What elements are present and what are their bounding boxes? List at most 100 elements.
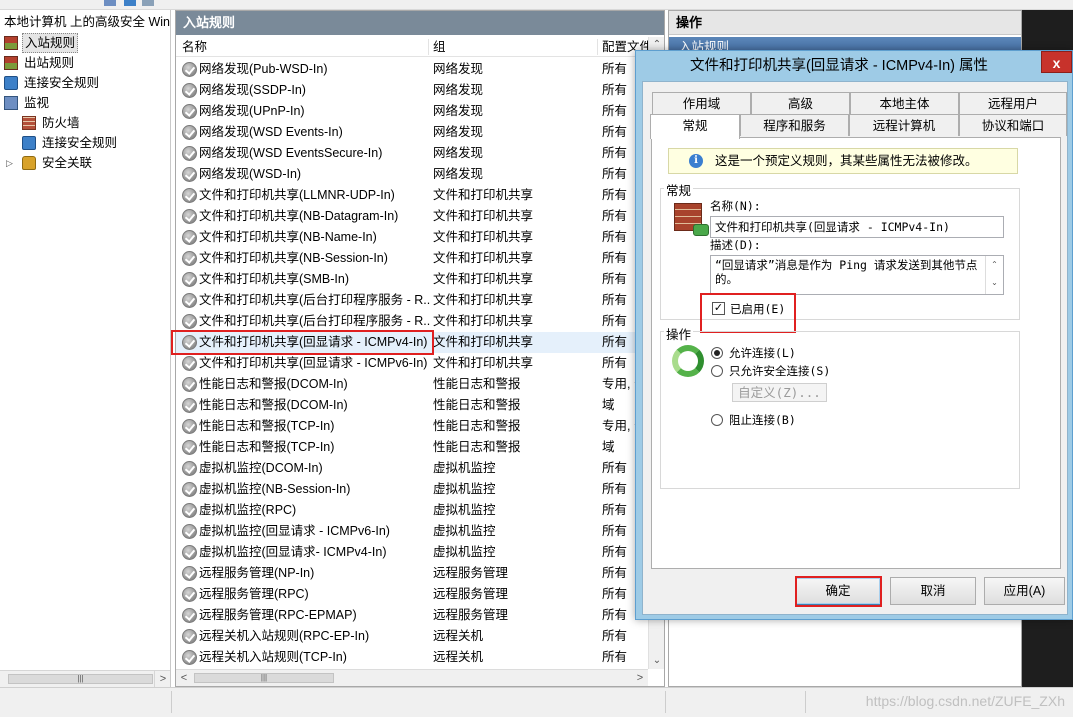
- description-field[interactable]: “回显请求”消息是作为 Ping 请求发送到其他节点的。: [710, 255, 1004, 295]
- table-row[interactable]: 远程关机入站规则(RPC-EP-In) 远程关机 所有: [176, 626, 648, 647]
- rule-group-cell: 性能日志和警报: [433, 440, 521, 454]
- apply-button[interactable]: 应用(A): [984, 577, 1065, 605]
- block-connection-radio[interactable]: [711, 414, 723, 426]
- rule-name-cell: 网络发现(SSDP-In): [199, 83, 306, 97]
- rule-enabled-icon: [182, 104, 197, 119]
- tab-general[interactable]: 常规: [650, 114, 740, 139]
- table-row[interactable]: 网络发现(WSD Events-In) 网络发现 所有: [176, 122, 648, 143]
- allow-connection-label[interactable]: 允许连接(L): [729, 345, 796, 361]
- cancel-button[interactable]: 取消: [890, 577, 976, 605]
- rule-group-cell: 远程服务管理: [433, 587, 509, 601]
- table-row[interactable]: 文件和打印机共享(NB-Name-In) 文件和打印机共享 所有: [176, 227, 648, 248]
- table-row[interactable]: 虚拟机监控(DCOM-In) 虚拟机监控 所有: [176, 458, 648, 479]
- table-row[interactable]: 文件和打印机共享(SMB-In) 文件和打印机共享 所有: [176, 269, 648, 290]
- table-row[interactable]: 虚拟机监控(回显请求 - ICMPv6-In) 虚拟机监控 所有: [176, 521, 648, 542]
- expand-arrow-icon[interactable]: ▷: [6, 153, 13, 173]
- rule-enabled-icon: [182, 461, 197, 476]
- table-row[interactable]: 文件和打印机共享(回显请求 - ICMPv6-In) 文件和打印机共享 所有: [176, 353, 648, 374]
- tab-protocols-ports[interactable]: 协议和端口: [959, 114, 1067, 136]
- close-button[interactable]: x: [1041, 51, 1072, 73]
- rule-enabled-icon: [182, 608, 197, 623]
- rule-group-cell: 虚拟机监控: [433, 503, 496, 517]
- block-connection-label[interactable]: 阻止连接(B): [729, 412, 796, 428]
- dialog-body: 作用域 高级 本地主体 远程用户 常规 程序和服务 远程计算机 协议和端口 i …: [642, 81, 1068, 615]
- rule-name-cell: 远程服务管理(RPC-EPMAP): [199, 608, 357, 622]
- rule-name-cell: 网络发现(UPnP-In): [199, 104, 305, 118]
- customize-button[interactable]: 自定义(Z)...: [732, 383, 827, 402]
- scrollbar-thumb[interactable]: |||: [8, 674, 153, 684]
- toolbar-icon[interactable]: [104, 0, 116, 6]
- general-group-label: 常规: [664, 180, 694, 199]
- pane-title: 入站规则: [176, 11, 664, 35]
- tab-programs-services[interactable]: 程序和服务: [740, 114, 849, 136]
- table-row[interactable]: 网络发现(Pub-WSD-In) 网络发现 所有: [176, 59, 648, 80]
- toolbar-icon[interactable]: [142, 0, 154, 6]
- watermark-text: https://blog.csdn.net/ZUFE_ZXh: [865, 693, 1065, 709]
- table-row[interactable]: 远程服务管理(RPC) 远程服务管理 所有: [176, 584, 648, 605]
- rule-group-cell: 文件和打印机共享: [433, 293, 534, 307]
- table-row[interactable]: 网络发现(SSDP-In) 网络发现 所有: [176, 80, 648, 101]
- action-group-label: 操作: [664, 324, 694, 343]
- tab-scope[interactable]: 作用域: [652, 92, 751, 114]
- allow-secure-label[interactable]: 只允许安全连接(S): [729, 363, 830, 379]
- description-scrollbar[interactable]: ⌃ ⌄: [985, 256, 1003, 294]
- table-row[interactable]: 虚拟机监控(RPC) 虚拟机监控 所有: [176, 500, 648, 521]
- table-row[interactable]: 虚拟机监控(NB-Session-In) 虚拟机监控 所有: [176, 479, 648, 500]
- tab-advanced[interactable]: 高级: [751, 92, 850, 114]
- table-row[interactable]: 网络发现(WSD-In) 网络发现 所有: [176, 164, 648, 185]
- rule-group-cell: 网络发现: [433, 104, 484, 118]
- scrollbar-thumb[interactable]: |||: [194, 673, 334, 683]
- table-row[interactable]: 文件和打印机共享(NB-Session-In) 文件和打印机共享 所有: [176, 248, 648, 269]
- rule-group-cell: 网络发现: [433, 125, 484, 139]
- rule-name-cell: 文件和打印机共享(回显请求 - ICMPv6-In): [199, 356, 428, 370]
- table-row[interactable]: 文件和打印机共享(LLMNR-UDP-In) 文件和打印机共享 所有: [176, 185, 648, 206]
- properties-dialog: 文件和打印机共享(回显请求 - ICMPv4-In) 属性 x 作用域 高级 本…: [635, 50, 1073, 620]
- tab-remote-computers[interactable]: 远程计算机: [849, 114, 959, 136]
- table-row[interactable]: 虚拟机监控(回显请求- ICMPv4-In) 虚拟机监控 所有: [176, 542, 648, 563]
- rules-horizontal-scrollbar[interactable]: < ||| >: [176, 669, 648, 686]
- table-row[interactable]: 性能日志和警报(TCP-In) 性能日志和警报域: [176, 437, 648, 458]
- toolbar-icon[interactable]: [124, 0, 136, 6]
- scroll-down-icon[interactable]: ⌄: [649, 653, 664, 669]
- name-field[interactable]: 文件和打印机共享(回显请求 - ICMPv4-In): [710, 216, 1004, 238]
- rule-enabled-icon: [182, 566, 197, 581]
- column-header-group[interactable]: 组: [433, 37, 446, 57]
- table-row[interactable]: 网络发现(UPnP-In) 网络发现 所有: [176, 101, 648, 122]
- table-row[interactable]: 文件和打印机共享(后台打印程序服务 - R... 文件和打印机共享 所有: [176, 311, 648, 332]
- rule-name-cell: 虚拟机监控(回显请求 - ICMPv6-In): [199, 524, 390, 538]
- column-header-name[interactable]: 名称: [182, 37, 207, 57]
- rule-group-cell: 网络发现: [433, 146, 484, 160]
- table-row[interactable]: 文件和打印机共享(后台打印程序服务 - R... 文件和打印机共享 所有: [176, 290, 648, 311]
- tab-local-principals[interactable]: 本地主体: [850, 92, 959, 114]
- scroll-left-icon[interactable]: <: [176, 670, 192, 686]
- table-row[interactable]: 性能日志和警报(DCOM-In) 性能日志和警报域: [176, 395, 648, 416]
- rule-name-cell: 远程关机入站规则(TCP-In): [199, 650, 347, 664]
- firewall-outbound-icon: [4, 56, 18, 70]
- table-row[interactable]: 远程关机入站规则(TCP-In) 远程关机 所有: [176, 647, 648, 668]
- rule-group-cell: 远程服务管理: [433, 566, 509, 580]
- rule-group-cell: 文件和打印机共享: [433, 230, 534, 244]
- allow-connection-radio[interactable]: [711, 347, 723, 359]
- rule-enabled-icon: [182, 146, 197, 161]
- rule-name-cell: 远程服务管理(RPC): [199, 587, 309, 601]
- rule-name-cell: 性能日志和警报(TCP-In): [199, 419, 335, 433]
- scroll-right-icon[interactable]: >: [632, 670, 648, 686]
- table-row[interactable]: 网络发现(WSD EventsSecure-In) 网络发现 所有: [176, 143, 648, 164]
- predefined-rule-notice: i 这是一个预定义规则，其某些属性无法被修改。: [668, 148, 1018, 174]
- connection-security-icon: [4, 76, 18, 90]
- rule-enabled-icon: [182, 398, 197, 413]
- rule-enabled-icon: [182, 650, 197, 665]
- scroll-right-icon[interactable]: >: [154, 671, 170, 687]
- rule-enabled-icon: [182, 188, 197, 203]
- rule-profile-cell: 所有: [602, 629, 628, 643]
- table-row[interactable]: 远程服务管理(NP-In) 远程服务管理 所有: [176, 563, 648, 584]
- allow-secure-radio[interactable]: [711, 365, 723, 377]
- status-bar: https://blog.csdn.net/ZUFE_ZXh: [0, 687, 1073, 717]
- rule-enabled-icon: [182, 440, 197, 455]
- tree-horizontal-scrollbar[interactable]: ||| >: [0, 670, 170, 687]
- table-row[interactable]: 远程服务管理(RPC-EPMAP) 远程服务管理 所有: [176, 605, 648, 626]
- table-row[interactable]: 文件和打印机共享(NB-Datagram-In) 文件和打印机共享 所有: [176, 206, 648, 227]
- tab-remote-users[interactable]: 远程用户: [959, 92, 1067, 114]
- table-row[interactable]: 性能日志和警报(TCP-In)性能日志和警报专用, 公: [176, 416, 648, 437]
- table-row[interactable]: 性能日志和警报(DCOM-In)性能日志和警报专用, 公: [176, 374, 648, 395]
